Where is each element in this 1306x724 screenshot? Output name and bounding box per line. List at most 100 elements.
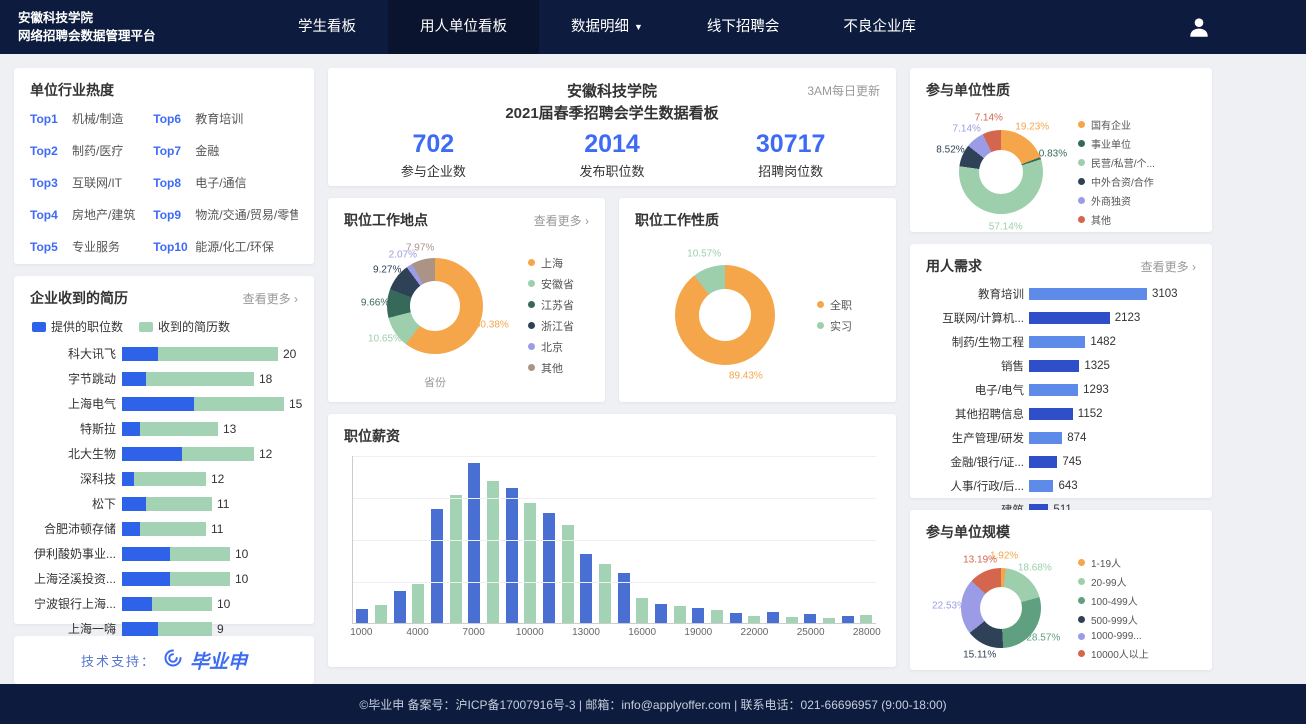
card-title-demand: 用人需求	[926, 256, 982, 276]
legend-label: 外商独资	[1091, 193, 1131, 208]
histogram-bar	[655, 604, 667, 623]
legend-item[interactable]: 中外合资/合作	[1078, 174, 1155, 189]
company-name: 深科技	[30, 470, 116, 487]
dashboard-stats-card: 3AM每日更新 安徽科技学院 2021届春季招聘会学生数据看板 702 参与企业…	[328, 68, 896, 186]
user-avatar-icon[interactable]	[1184, 12, 1214, 42]
legend-item[interactable]: 江苏省	[528, 297, 574, 313]
pie-percent-label: 9.27%	[373, 264, 401, 275]
legend-swatch	[139, 322, 153, 332]
legend-dot	[1078, 121, 1085, 128]
job-type-donut-chart: 89.43%10.57%全职实习	[635, 240, 880, 390]
nav-item-1[interactable]: 学生看板	[266, 0, 388, 54]
demand-bar-chart: 教育培训3103互联网/计算机...2123制药/生物工程1482销售1325电…	[926, 286, 1196, 518]
view-more-link-demand[interactable]: 查看更多 ›	[1141, 258, 1196, 275]
histogram-bar	[580, 554, 592, 623]
nav-item-3[interactable]: 数据明细▼	[539, 0, 675, 54]
legend-item[interactable]: 500-999人	[1078, 612, 1149, 627]
legend-item[interactable]: 浙江省	[528, 318, 574, 334]
nav-item-5[interactable]: 不良企业库	[811, 0, 948, 54]
industry-heat-card: 单位行业热度 Top1机械/制造Top6教育培训Top2制药/医疗Top7金融T…	[14, 68, 314, 264]
legend-item[interactable]: 其他	[1078, 212, 1155, 227]
legend-item[interactable]: 10000人以上	[1078, 646, 1149, 661]
view-more-link-location[interactable]: 查看更多 ›	[534, 212, 589, 229]
pie-percent-label: 0.83%	[1039, 148, 1067, 159]
legend-item[interactable]: 外商独资	[1078, 193, 1155, 208]
legend-item[interactable]: 全职	[817, 297, 852, 313]
resume-row: 上海电气15	[30, 395, 298, 412]
company-name: 字节跳动	[30, 370, 116, 387]
demand-value: 745	[1062, 456, 1081, 468]
legend-item[interactable]: 安徽省	[528, 276, 574, 292]
legend-item[interactable]: 100-499人	[1078, 593, 1149, 608]
demand-row: 电子/电气1293	[926, 382, 1196, 398]
resume-count: 11	[211, 522, 223, 536]
stacked-bar	[122, 472, 206, 486]
resumes-segment	[140, 422, 218, 436]
histogram-bar	[674, 606, 686, 623]
x-tick	[708, 627, 727, 641]
industry-rank-label: 专业服务	[72, 240, 120, 254]
legend-item[interactable]: 事业单位	[1078, 136, 1155, 151]
unit_nature-legend: 国有企业事业单位民营/私营/个... 中外合资/合作外商独资其他	[1078, 117, 1155, 227]
jobs-segment	[122, 497, 146, 511]
legend-label: 1-19人	[1091, 555, 1121, 570]
demand-row: 金融/银行/证...745	[926, 454, 1196, 470]
company-name: 伊利酸奶事业...	[30, 545, 116, 562]
resume-count: 10	[217, 597, 230, 611]
pie-percent-label: 7.14%	[953, 123, 981, 134]
view-more-link-resumes[interactable]: 查看更多 ›	[243, 290, 298, 307]
demand-row: 生产管理/研发 874	[926, 430, 1196, 446]
demand-row: 人事/行政/后...643	[926, 478, 1196, 494]
resume-count: 15	[289, 397, 302, 411]
legend-item[interactable]: 实习	[817, 318, 852, 334]
histogram-bar	[375, 605, 387, 623]
nav-item-label: 线下招聘会	[707, 19, 780, 35]
stacked-bar	[122, 622, 212, 636]
legend-item[interactable]: 上海	[528, 255, 574, 271]
pie-percent-label: 18.68%	[1018, 563, 1052, 574]
legend-item[interactable]: 收到的简历数	[139, 318, 230, 335]
nav-item-2[interactable]: 用人单位看板	[388, 0, 539, 54]
tech-support-label: 技术支持：	[81, 651, 156, 670]
resumes-segment	[170, 572, 230, 586]
demand-row: 其他招聘信息1152	[926, 406, 1196, 422]
tech-support-card: 技术支持： 毕业申	[14, 636, 314, 684]
resumes-segment	[134, 472, 206, 486]
resume-row: 科大讯飞20	[30, 345, 298, 362]
legend-item[interactable]: 国有企业	[1078, 117, 1155, 132]
legend-item[interactable]: 民营/私营/个...	[1078, 155, 1155, 170]
demand-value: 874	[1067, 432, 1086, 444]
demand-category: 生产管理/研发	[926, 430, 1024, 446]
jobs-segment	[122, 472, 134, 486]
x-tick: 22000	[745, 627, 764, 641]
legend-item[interactable]: 其他	[528, 360, 574, 376]
demand-row: 教育培训3103	[926, 286, 1196, 302]
unit-nature-donut-chart: 19.23%0.83%57.14%8.52%7.14%7.14%国有企业事业单位…	[926, 110, 1196, 234]
legend-item[interactable]: 1000-999...	[1078, 631, 1149, 642]
legend-label: 民营/私营/个...	[1091, 155, 1155, 170]
pie-percent-label: 15.11%	[963, 650, 996, 661]
industry-rank-badge: Top9	[153, 208, 195, 222]
pie-percent-label: 7.14%	[975, 113, 1003, 124]
industry-rank-label: 教育培训	[195, 112, 243, 126]
footer-text: ©毕业申 备案号：沪ICP备17007916号-3 | 邮箱：info@appl…	[359, 696, 946, 713]
legend-item[interactable]: 1-19人	[1078, 555, 1149, 570]
legend-dot	[1078, 597, 1085, 604]
demand-bar	[1029, 312, 1110, 324]
middle-column: 3AM每日更新 安徽科技学院 2021届春季招聘会学生数据看板 702 参与企业…	[328, 68, 896, 667]
stat-openings-value: 30717	[701, 130, 880, 159]
industry-rank-item: Top8电子/通信	[153, 174, 298, 191]
company-name: 上海电气	[30, 395, 116, 412]
industry-rank-label: 房地产/建筑	[72, 208, 135, 222]
jobs-segment	[122, 522, 140, 536]
nav-item-4[interactable]: 线下招聘会	[675, 0, 812, 54]
pie-percent-label: 22.53%	[932, 601, 966, 612]
legend-item[interactable]: 20-99人	[1078, 574, 1149, 589]
stacked-bar	[122, 597, 212, 611]
resume-row: 宁波银行上海...10	[30, 595, 298, 612]
card-title-job-type: 职位工作性质	[635, 210, 719, 230]
legend-item[interactable]: 北京	[528, 339, 574, 355]
histogram-bar	[356, 609, 368, 623]
unit-nature-card: 参与单位性质 19.23%0.83%57.14%8.52%7.14%7.14%国…	[910, 68, 1212, 232]
legend-item[interactable]: 提供的职位数	[32, 318, 123, 335]
